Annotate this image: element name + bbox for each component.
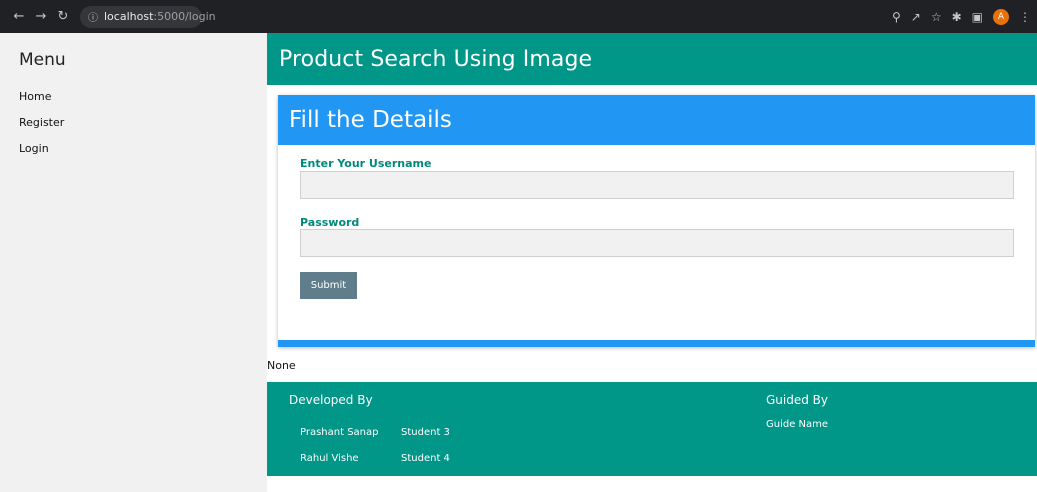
sidebar-item-register[interactable]: Register	[19, 116, 64, 129]
username-input[interactable]	[300, 171, 1014, 199]
address-bar[interactable]: ⓘ localhost:5000/login	[80, 5, 216, 28]
url-host: localhost	[104, 10, 154, 23]
status-message: None	[267, 359, 296, 372]
page-header: Product Search Using Image	[267, 33, 1037, 85]
password-input[interactable]	[300, 229, 1014, 257]
url-path: :5000/login	[153, 10, 216, 23]
developer-partner: Student 4	[401, 453, 450, 464]
password-label: Password	[300, 216, 360, 229]
forward-arrow-icon[interactable]: →	[32, 8, 50, 26]
share-icon[interactable]: ↗	[911, 10, 921, 24]
kebab-menu-icon[interactable]: ⋮	[1019, 10, 1031, 24]
page-title: Product Search Using Image	[279, 47, 593, 72]
profile-avatar[interactable]: A	[993, 8, 1009, 25]
page-footer: Developed By Prashant Sanap Student 3 Ra…	[267, 382, 1037, 476]
guide-name: Guide Name	[766, 419, 829, 430]
card-header: Fill the Details	[278, 95, 1035, 145]
username-label: Enter Your Username	[300, 157, 432, 170]
sidebar: Menu Home Register Login	[0, 33, 267, 492]
developed-by-heading: Developed By	[289, 393, 373, 407]
star-icon[interactable]: ☆	[931, 10, 942, 24]
reload-icon[interactable]: ↻	[54, 8, 72, 26]
login-card: Fill the Details Enter Your Username Pas…	[278, 95, 1035, 347]
submit-button[interactable]: Submit	[300, 272, 357, 299]
info-icon[interactable]: ⓘ	[88, 9, 98, 24]
side-panel-icon[interactable]: ▣	[972, 10, 983, 24]
sidebar-item-login[interactable]: Login	[19, 142, 49, 155]
browser-actions: ⚲ ↗ ☆ ✱ ▣ A ⋮	[892, 0, 1031, 33]
card-title: Fill the Details	[289, 107, 452, 133]
browser-toolbar: ← → ↻ ⓘ localhost:5000/login ⚲ ↗ ☆ ✱ ▣ A…	[0, 0, 1037, 33]
developer-partner: Student 3	[401, 427, 450, 438]
card-footer-bar	[278, 340, 1035, 347]
developer-name: Rahul Vishe	[300, 453, 359, 464]
sidebar-item-home[interactable]: Home	[19, 90, 51, 103]
extensions-icon[interactable]: ✱	[952, 10, 962, 24]
guided-by-heading: Guided By	[766, 393, 829, 407]
menu-title: Menu	[19, 50, 66, 70]
developer-name: Prashant Sanap	[300, 427, 379, 438]
key-icon[interactable]: ⚲	[892, 10, 901, 24]
back-arrow-icon[interactable]: ←	[10, 8, 28, 26]
